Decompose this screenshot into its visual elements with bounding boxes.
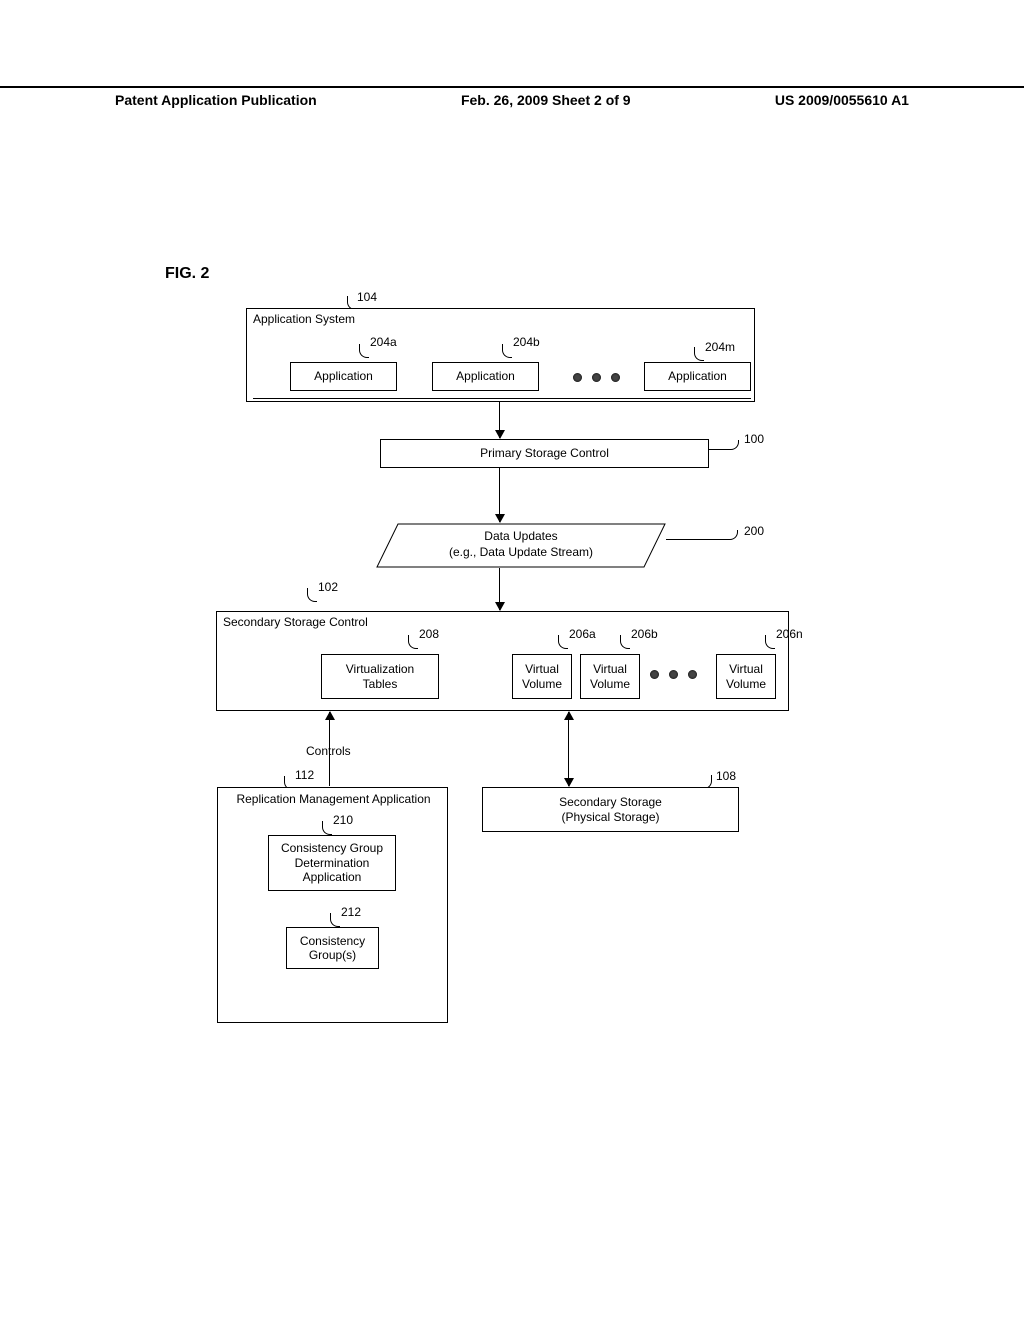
primary-storage-control-box: Primary Storage Control: [380, 439, 709, 468]
primary-storage-label: Primary Storage Control: [480, 446, 609, 460]
cgda-label: Consistency Group Determination Applicat…: [281, 841, 383, 884]
consistency-group-determination-box: Consistency Group Determination Applicat…: [268, 835, 396, 891]
leader-icon: [307, 588, 317, 602]
virtual-volume-label: Virtual Volume: [726, 662, 766, 691]
ref-104: 104: [357, 290, 377, 304]
cg-label: Consistency Group(s): [300, 934, 365, 963]
divider-line: [253, 398, 751, 399]
ref-204m: 204m: [705, 340, 735, 354]
ellipsis-icon: [573, 373, 620, 382]
virtual-volume-box-n: Virtual Volume: [716, 654, 776, 699]
application-label: Application: [456, 369, 515, 383]
ref-206b: 206b: [631, 627, 658, 641]
ref-206a: 206a: [569, 627, 596, 641]
data-updates-line1: Data Updates: [484, 529, 557, 543]
consistency-groups-box: Consistency Group(s): [286, 927, 379, 969]
ref-102: 102: [318, 580, 338, 594]
header-center: Feb. 26, 2009 Sheet 2 of 9: [461, 92, 631, 108]
ellipsis-icon: [650, 670, 697, 679]
virtual-volume-label: Virtual Volume: [522, 662, 562, 691]
secondary-storage-control-box: Secondary Storage Control: [216, 611, 789, 711]
controls-label: Controls: [306, 744, 351, 758]
leader-icon: [666, 530, 738, 540]
data-updates-line2: (e.g., Data Update Stream): [449, 545, 593, 559]
arrow-down-icon: [499, 402, 500, 438]
arrow-down-icon: [499, 568, 500, 610]
ref-100: 100: [744, 432, 764, 446]
application-box-2: Application: [432, 362, 539, 391]
virtual-volume-label: Virtual Volume: [590, 662, 630, 691]
application-box-m: Application: [644, 362, 751, 391]
page-header: Patent Application Publication Feb. 26, …: [0, 86, 1024, 108]
ref-210: 210: [333, 813, 353, 827]
arrow-down-icon: [499, 468, 500, 522]
secondary-storage-label: Secondary Storage (Physical Storage): [559, 795, 662, 824]
secondary-storage-box: Secondary Storage (Physical Storage): [482, 787, 739, 832]
application-label: Application: [668, 369, 727, 383]
application-box-1: Application: [290, 362, 397, 391]
virtualization-tables-label: Virtualization Tables: [346, 662, 414, 691]
ref-112: 112: [295, 768, 314, 782]
virtual-volume-box-2: Virtual Volume: [580, 654, 640, 699]
application-label: Application: [314, 369, 373, 383]
header-left: Patent Application Publication: [115, 92, 317, 108]
replication-management-title: Replication Management Application: [226, 792, 441, 806]
ref-204a: 204a: [370, 335, 397, 349]
virtualization-tables-box: Virtualization Tables: [321, 654, 439, 699]
secondary-storage-control-title: Secondary Storage Control: [223, 615, 368, 629]
ref-204b: 204b: [513, 335, 540, 349]
ref-212: 212: [341, 905, 361, 919]
figure-title: FIG. 2: [165, 265, 209, 283]
ref-208: 208: [419, 627, 439, 641]
ref-108: 108: [716, 769, 736, 783]
data-updates-box: Data Updates (e.g., Data Update Stream): [376, 523, 666, 568]
arrow-bidirectional-icon: [568, 712, 569, 786]
virtual-volume-box-1: Virtual Volume: [512, 654, 572, 699]
ref-206n: 206n: [776, 627, 803, 641]
leader-icon: [709, 440, 739, 450]
header-right: US 2009/0055610 A1: [775, 92, 909, 108]
application-system-title: Application System: [253, 312, 355, 326]
ref-200: 200: [744, 524, 764, 538]
